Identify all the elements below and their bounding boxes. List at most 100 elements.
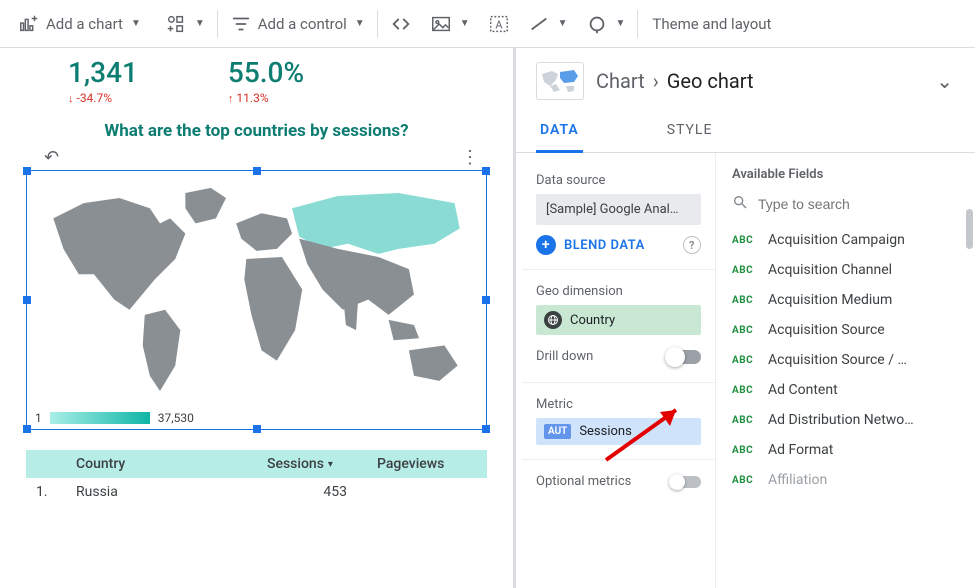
breadcrumb-root[interactable]: Chart xyxy=(596,69,645,93)
undo-icon[interactable]: ↶ xyxy=(32,147,59,168)
chart-card: What are the top countries by sessions? … xyxy=(26,117,487,506)
field-row[interactable]: ABCAffiliation xyxy=(732,465,967,495)
code-icon xyxy=(390,13,412,35)
add-chart-icon xyxy=(18,13,40,35)
breadcrumb: Chart › Geo chart ⌄ xyxy=(516,48,975,110)
toolbar: Add a chart ▼ ▼ Add a control ▼ ▼ A ▼ ▼ xyxy=(0,0,975,48)
optional-metrics-toggle[interactable] xyxy=(671,476,701,488)
resize-handle[interactable] xyxy=(253,425,261,433)
report-canvas[interactable]: 1,341 ↓-34.7% 55.0% ↑11.3% What are the … xyxy=(0,48,514,588)
resize-handle[interactable] xyxy=(23,296,31,304)
resize-handle[interactable] xyxy=(23,425,31,433)
metric-label: Metric xyxy=(536,397,701,412)
metric-chip[interactable]: AUT Sessions xyxy=(536,418,701,445)
drill-down-label: Drill down xyxy=(536,349,593,364)
geo-dimension-chip[interactable]: Country xyxy=(536,305,701,335)
field-row[interactable]: ABCAcquisition Source / … xyxy=(732,345,967,375)
col-country[interactable]: Country xyxy=(76,456,267,472)
kpi-sessions: 1,341 ↓-34.7% xyxy=(68,56,138,105)
separator xyxy=(522,459,715,460)
caret-down-icon: ▼ xyxy=(353,18,365,29)
available-fields: Available Fields ABC Acquisition Campaign… xyxy=(716,153,975,588)
caret-down-icon: ▼ xyxy=(556,18,568,29)
more-icon[interactable]: ⋮ xyxy=(461,147,481,168)
text-button[interactable]: A xyxy=(486,9,512,39)
filter-icon xyxy=(230,13,252,35)
chart-type-thumbnail[interactable] xyxy=(536,62,584,100)
arrow-up-icon: ↑ xyxy=(228,92,234,105)
data-source-chip[interactable]: [Sample] Google Anal… xyxy=(536,194,701,225)
field-row[interactable]: ABCAd Distribution Netwo… xyxy=(732,405,967,435)
caret-down-icon: ▼ xyxy=(458,18,470,29)
search-input[interactable] xyxy=(756,195,896,213)
svg-text:A: A xyxy=(495,18,503,31)
field-name: Acquisition Channel xyxy=(768,262,892,278)
kpi-rate: 55.0% ↑11.3% xyxy=(228,56,304,105)
tab-data[interactable]: DATA xyxy=(536,110,583,153)
separator xyxy=(522,269,715,270)
community-viz-button[interactable]: ▼ xyxy=(163,9,207,39)
shapes-icon xyxy=(165,13,187,35)
add-control-label: Add a control xyxy=(258,15,347,33)
breadcrumb-current: Geo chart xyxy=(667,69,754,93)
col-pageviews[interactable]: Pageviews xyxy=(377,456,477,472)
resize-handle[interactable] xyxy=(482,167,490,175)
dimension-type-icon: ABC xyxy=(732,295,758,306)
data-config: Data source [Sample] Google Anal… + BLEN… xyxy=(516,153,716,588)
scrollbar-thumb[interactable] xyxy=(966,209,973,249)
field-row[interactable]: ABC Acquisition Campaign xyxy=(732,225,967,255)
field-row[interactable]: ABCAcquisition Medium xyxy=(732,285,967,315)
data-table: Country Sessions ▾ Pageviews 1. Russia 4… xyxy=(26,450,487,506)
kpi-value: 1,341 xyxy=(68,56,138,89)
image-button[interactable]: ▼ xyxy=(428,9,472,39)
col-sessions[interactable]: Sessions ▾ xyxy=(267,456,377,472)
resize-handle[interactable] xyxy=(253,167,261,175)
line-button[interactable]: ▼ xyxy=(526,9,570,39)
add-chart-label: Add a chart xyxy=(46,15,123,33)
legend-min: 1 xyxy=(35,411,42,425)
dimension-type-icon: ABC xyxy=(732,385,758,396)
field-name: Acquisition Source xyxy=(768,322,885,338)
line-icon xyxy=(528,13,550,35)
kpi-value: 55.0% xyxy=(228,56,304,89)
map-legend: 1 37,530 xyxy=(33,407,480,425)
blend-data-button[interactable]: + BLEND DATA ? xyxy=(536,235,701,255)
textbox-icon: A xyxy=(488,13,510,35)
chart-title: What are the top countries by sessions? xyxy=(26,117,487,147)
add-control-button[interactable]: Add a control ▼ xyxy=(228,9,367,39)
search-icon xyxy=(732,194,748,214)
theme-layout-button[interactable]: Theme and layout xyxy=(638,11,773,37)
optional-metrics-label: Optional metrics xyxy=(536,474,631,489)
data-source-label: Data source xyxy=(536,173,701,188)
embed-button[interactable] xyxy=(388,9,414,39)
world-map xyxy=(33,177,480,407)
arrow-down-icon: ↓ xyxy=(68,92,74,105)
caret-down-icon: ▼ xyxy=(193,18,205,29)
geo-chart-selection[interactable]: 1 37,530 xyxy=(26,170,487,430)
field-row[interactable]: ABCAcquisition Source xyxy=(732,315,967,345)
drill-down-toggle[interactable] xyxy=(667,350,701,364)
chevron-down-icon[interactable]: ⌄ xyxy=(936,69,959,93)
dimension-type-icon: ABC xyxy=(732,445,758,456)
field-name: Ad Content xyxy=(768,382,838,398)
field-row[interactable]: ABC Ad Content xyxy=(732,375,967,405)
available-fields-label: Available Fields xyxy=(732,167,967,182)
field-name: Acquisition Campaign xyxy=(768,232,905,248)
dimension-type-icon: ABC xyxy=(732,265,758,276)
table-row[interactable]: 1. Russia 453 xyxy=(26,478,487,506)
tab-style[interactable]: STYLE xyxy=(663,110,717,152)
field-row[interactable]: ABCAd Format xyxy=(732,435,967,465)
field-name: Affiliation xyxy=(768,472,827,488)
table-header: Country Sessions ▾ Pageviews xyxy=(26,450,487,478)
dimension-type-icon: ABC xyxy=(732,235,758,246)
help-icon[interactable]: ? xyxy=(683,236,701,254)
resize-handle[interactable] xyxy=(482,296,490,304)
add-chart-button[interactable]: Add a chart ▼ xyxy=(16,9,143,39)
field-row[interactable]: ABC Acquisition Channel xyxy=(732,255,967,285)
resize-handle[interactable] xyxy=(23,167,31,175)
metric-type-badge: AUT xyxy=(544,424,571,439)
shape-button[interactable]: ▼ xyxy=(584,9,628,39)
field-search[interactable] xyxy=(732,192,967,225)
dimension-type-icon: ABC xyxy=(732,355,758,366)
resize-handle[interactable] xyxy=(482,425,490,433)
